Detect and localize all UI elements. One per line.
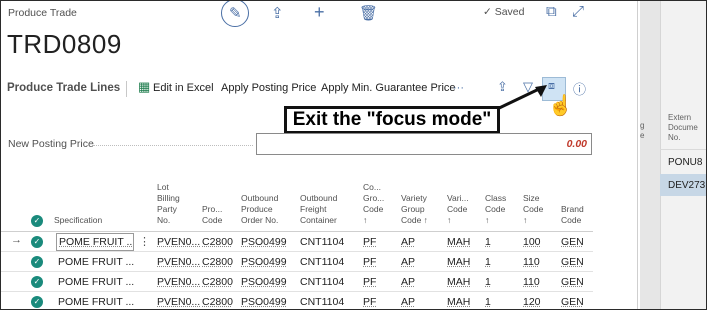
background-page: g e Extern Docume No. PONU8 DEV273 [640, 1, 706, 309]
cell-specification[interactable]: POME FRUIT ... [56, 233, 134, 251]
excel-icon[interactable]: ▦ [138, 79, 150, 95]
cell-brand-code[interactable]: GEN [561, 296, 584, 308]
cell-variety-group-code[interactable]: AP [401, 236, 415, 248]
focus-mode-dialog: Produce Trade TRD0809 ✎ ⇪ + 🗑 ⧉ ⤢ ✓ Save… [1, 1, 638, 309]
cell-lot-billing-party[interactable]: PVEN0... [157, 236, 200, 248]
table-row[interactable]: → ✓ POME FRUIT ... ⋮ PVEN0... C2800 PSO0… [1, 232, 593, 252]
cell-pro-code[interactable]: C2800 [202, 256, 233, 268]
callout-annotation: Exit the "focus mode" [284, 106, 500, 134]
select-all-check-icon[interactable]: ✓ [31, 215, 43, 227]
cell-gro-code[interactable]: PF [363, 296, 376, 308]
apply-posting-price-button[interactable]: Apply Posting Price [221, 82, 316, 94]
current-row-arrow-icon: → [11, 234, 22, 246]
background-card [660, 1, 706, 309]
more-actions-button[interactable]: ··· [453, 82, 464, 94]
cell-outbound-order[interactable]: PSO0499 [241, 296, 287, 308]
open-in-new-window-icon[interactable]: ⧉ [546, 3, 557, 20]
callout-arrow [492, 85, 547, 113]
cell-specification[interactable]: POME FRUIT ... [58, 296, 138, 308]
cell-variety-code[interactable]: MAH [447, 256, 470, 268]
col-header-outbound-freight-container[interactable]: Outbound Freight Container [300, 193, 337, 226]
expand-icon[interactable]: ⤢ [572, 3, 584, 20]
cell-size-code[interactable]: 120 [523, 296, 541, 308]
col-header-variety-group-code[interactable]: Variety Group Code ↑ [401, 193, 428, 226]
cell-lot-billing-party[interactable]: PVEN0... [157, 256, 200, 268]
cell-specification[interactable]: POME FRUIT ... [58, 256, 138, 268]
background-divider [660, 149, 706, 150]
cell-pro-code[interactable]: C2800 [202, 276, 233, 288]
field-leader-dots [93, 145, 253, 146]
cell-outbound-order[interactable]: PSO0499 [241, 236, 287, 248]
cell-lot-billing-party[interactable]: PVEN0... [157, 296, 200, 308]
cell-variety-code[interactable]: MAH [447, 296, 470, 308]
pencil-icon[interactable]: ✎ [229, 4, 242, 22]
cell-freight-container[interactable]: CNT1104 [300, 256, 344, 268]
col-header-brand-code[interactable]: Brand Code [561, 204, 584, 226]
entity-type-label: Produce Trade [8, 7, 77, 19]
cell-variety-group-code[interactable]: AP [401, 276, 415, 288]
page-title: TRD0809 [7, 29, 122, 59]
trash-icon[interactable]: 🗑 [359, 4, 378, 22]
info-icon[interactable]: ⓘ [573, 79, 586, 98]
row-check-icon[interactable]: ✓ [31, 256, 43, 268]
saved-status: ✓ Saved [483, 6, 525, 18]
cell-class-code[interactable]: 1 [485, 276, 491, 288]
cell-brand-code[interactable]: GEN [561, 236, 584, 248]
saved-status-label: Saved [494, 6, 525, 18]
col-header-co-gro-code[interactable]: Co... Gro... Code ↑ [363, 182, 384, 226]
cell-class-code[interactable]: 1 [485, 236, 491, 248]
col-header-variety-code[interactable]: Vari... Code ↑ [447, 193, 469, 226]
row-check-icon[interactable]: ✓ [31, 296, 43, 308]
row-check-icon[interactable]: ✓ [31, 236, 43, 248]
cell-size-code[interactable]: 100 [523, 236, 541, 248]
new-posting-price-input[interactable]: 0.00 [256, 133, 592, 155]
cell-variety-code[interactable]: MAH [447, 276, 470, 288]
cell-outbound-order[interactable]: PSO0499 [241, 276, 287, 288]
cell-freight-container[interactable]: CNT1104 [300, 276, 344, 288]
col-header-lot-billing-party[interactable]: Lot Billing Party No. [157, 182, 180, 226]
background-row-value[interactable]: DEV273 [668, 180, 705, 191]
cell-class-code[interactable]: 1 [485, 296, 491, 308]
share-icon[interactable]: ⇪ [271, 4, 284, 22]
action-separator [126, 81, 127, 97]
table-row[interactable]: ✓ POME FRUIT ... PVEN0... C2800 PSO0499 … [1, 292, 593, 309]
new-posting-price-value: 0.00 [566, 138, 587, 150]
cell-gro-code[interactable]: PF [363, 256, 376, 268]
row-menu-icon[interactable]: ⋮ [139, 235, 150, 248]
hand-cursor-icon: ☝ [548, 95, 573, 117]
cell-size-code[interactable]: 110 [523, 276, 540, 288]
background-column-header: Extern Docume No. [668, 113, 698, 142]
cell-size-code[interactable]: 110 [523, 256, 540, 268]
background-row-value[interactable]: PONU8 [668, 157, 702, 168]
row-check-icon[interactable]: ✓ [31, 276, 43, 288]
new-posting-price-label: New Posting Price [8, 138, 94, 150]
cell-pro-code[interactable]: C2800 [202, 296, 233, 308]
col-header-size-code[interactable]: Size Code ↑ [523, 193, 543, 226]
cell-outbound-order[interactable]: PSO0499 [241, 256, 287, 268]
cell-brand-code[interactable]: GEN [561, 256, 584, 268]
cell-variety-group-code[interactable]: AP [401, 296, 415, 308]
table-row[interactable]: ✓ POME FRUIT ... PVEN0... C2800 PSO0499 … [1, 252, 593, 272]
cell-freight-container[interactable]: CNT1104 [300, 296, 344, 308]
cell-variety-group-code[interactable]: AP [401, 256, 415, 268]
cell-specification[interactable]: POME FRUIT ... [58, 276, 138, 288]
cell-freight-container[interactable]: CNT1104 [300, 236, 344, 248]
cell-pro-code[interactable]: C2800 [202, 236, 233, 248]
cell-lot-billing-party[interactable]: PVEN0... [157, 276, 200, 288]
cell-class-code[interactable]: 1 [485, 256, 491, 268]
cell-variety-code[interactable]: MAH [447, 236, 470, 248]
table-row[interactable]: ✓ POME FRUIT ... PVEN0... C2800 PSO0499 … [1, 272, 593, 292]
col-header-specification[interactable]: Specification [54, 215, 102, 226]
section-title: Produce Trade Lines [7, 82, 121, 94]
cell-gro-code[interactable]: PF [363, 236, 376, 248]
edit-in-excel-button[interactable]: Edit in Excel [153, 82, 214, 94]
col-header-pro-code[interactable]: Pro... Code [202, 204, 222, 226]
col-header-class-code[interactable]: Class Code ↑ [485, 193, 506, 226]
plus-icon[interactable]: + [314, 2, 325, 23]
cell-brand-code[interactable]: GEN [561, 276, 584, 288]
cell-gro-code[interactable]: PF [363, 276, 376, 288]
apply-min-guarantee-price-button[interactable]: Apply Min. Guarantee Price [321, 82, 456, 94]
col-header-outbound-produce-order[interactable]: Outbound Produce Order No. [241, 193, 278, 226]
background-column-header-left: g e [640, 121, 645, 140]
